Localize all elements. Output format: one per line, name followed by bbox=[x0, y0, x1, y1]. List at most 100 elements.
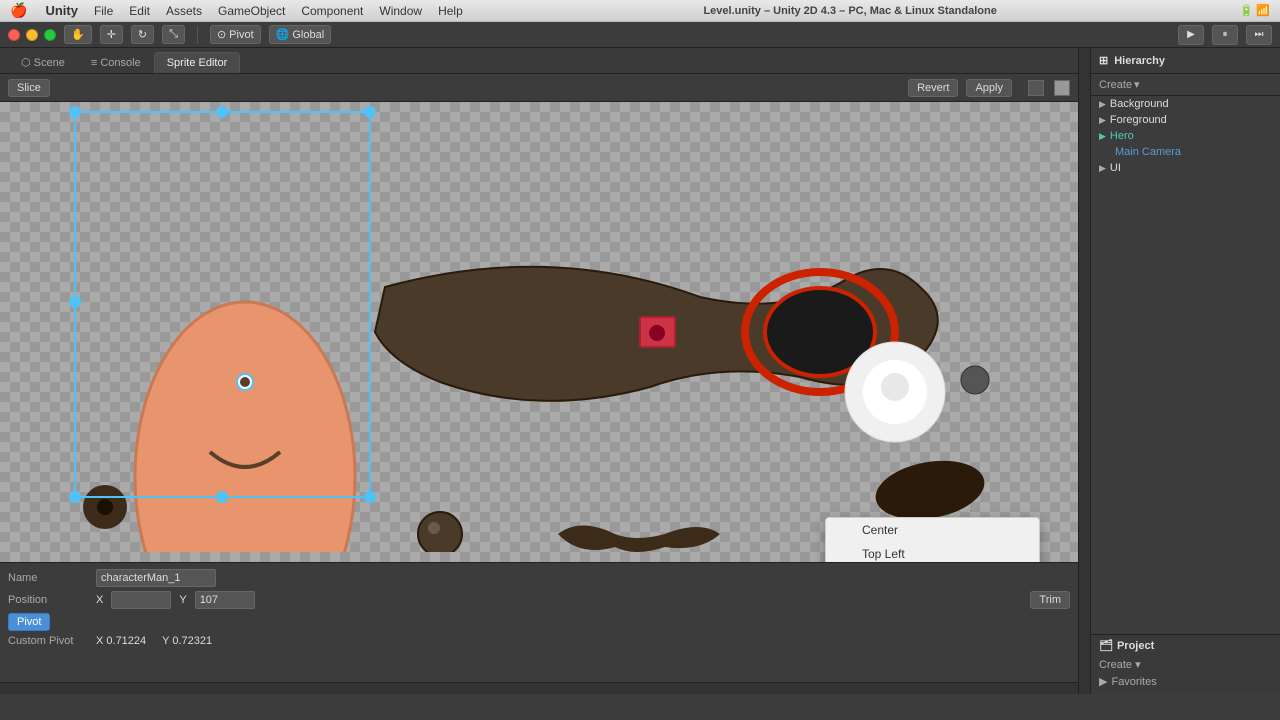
pivot-button[interactable]: ⊙ Pivot bbox=[210, 25, 261, 44]
position-row: Position X Y Trim bbox=[8, 591, 1070, 609]
position-y-input[interactable] bbox=[195, 591, 255, 609]
hierarchy-item-hero[interactable]: ▶ Hero bbox=[1091, 128, 1280, 144]
tab-console[interactable]: ≡ Console bbox=[78, 52, 154, 73]
scale-tool[interactable]: ⤡ bbox=[162, 25, 185, 44]
create-row: Create ▾ bbox=[1099, 656, 1272, 673]
global-icon: 🌐 bbox=[276, 28, 290, 41]
name-input[interactable] bbox=[96, 569, 216, 587]
canvas-area[interactable]: Center Top Left Top Top Right Left bbox=[0, 102, 1078, 562]
hero-label: Hero bbox=[1110, 130, 1134, 142]
ui-label: UI bbox=[1110, 162, 1121, 174]
hierarchy-divider bbox=[1091, 176, 1280, 634]
custom-pivot-x: X 0.71224 bbox=[96, 635, 146, 647]
pivot-row: Pivot bbox=[8, 613, 1070, 631]
hierarchy-item-ui[interactable]: ▶ UI bbox=[1091, 160, 1280, 176]
revert-button[interactable]: Revert bbox=[908, 79, 958, 97]
hierarchy-item-main-camera[interactable]: Main Camera bbox=[1107, 144, 1280, 160]
bg-color-swatch[interactable] bbox=[1028, 80, 1044, 96]
ui-arrow: ▶ bbox=[1099, 163, 1106, 174]
bean-body bbox=[135, 302, 355, 552]
step-button[interactable]: ⏭ bbox=[1246, 25, 1272, 45]
pivot-icon: ⊙ bbox=[217, 28, 226, 41]
edit-menu[interactable]: Edit bbox=[121, 0, 158, 22]
global-label: Global bbox=[292, 29, 324, 41]
window-menu[interactable]: Window bbox=[371, 0, 430, 22]
tab-bar: ⬡ Scene ≡ Console Sprite Editor bbox=[0, 48, 1078, 74]
tab-scene-label: Scene bbox=[34, 57, 65, 69]
file-menu[interactable]: File bbox=[86, 0, 121, 22]
pivot-dropdown: Center Top Left Top Top Right Left bbox=[825, 517, 1040, 562]
custom-pivot-y: Y 0.72321 bbox=[162, 635, 212, 647]
hierarchy-icon: ⊞ bbox=[1099, 54, 1108, 67]
pivot-button[interactable]: Pivot bbox=[8, 613, 50, 631]
dropdown-item-center[interactable]: Center bbox=[826, 518, 1039, 542]
dropdown-item-top-left[interactable]: Top Left bbox=[826, 542, 1039, 562]
tab-console-label: Console bbox=[100, 57, 140, 69]
project-icon: 🗂 bbox=[1099, 639, 1113, 652]
position-x-input[interactable] bbox=[111, 591, 171, 609]
unity-menu[interactable]: Unity bbox=[37, 0, 86, 22]
bottom-panel: Name Position X Y Trim Pivot Custom Pivo… bbox=[0, 562, 1078, 682]
tab-sprite-editor-label: Sprite Editor bbox=[167, 57, 228, 69]
hero-arrow: ▶ bbox=[1099, 131, 1106, 142]
help-menu[interactable]: Help bbox=[430, 0, 471, 22]
hierarchy-item-foreground[interactable]: ▶ Foreground bbox=[1091, 112, 1280, 128]
name-row: Name bbox=[8, 569, 1070, 587]
move-tool[interactable]: ✛ bbox=[100, 25, 123, 44]
apply-button[interactable]: Apply bbox=[966, 79, 1012, 97]
position-x-label: X bbox=[96, 594, 103, 606]
create-arrow: ▾ bbox=[1134, 78, 1140, 91]
sprite-toolbar: Slice Revert Apply bbox=[0, 74, 1078, 102]
create-label[interactable]: Create bbox=[1099, 79, 1132, 91]
custom-pivot-row: Custom Pivot X 0.71224 Y 0.72321 bbox=[8, 635, 1070, 647]
project-header: 🗂 Project bbox=[1099, 639, 1272, 652]
fg-arrow: ▶ bbox=[1099, 115, 1106, 126]
hierarchy-header: ⊞ Hierarchy bbox=[1091, 48, 1280, 74]
maximize-button[interactable] bbox=[44, 29, 56, 41]
component-menu[interactable]: Component bbox=[293, 0, 371, 22]
window-title: Level.unity – Unity 2D 4.3 – PC, Mac & L… bbox=[471, 5, 1230, 17]
top-left-label: Top Left bbox=[862, 547, 905, 561]
name-label: Name bbox=[8, 572, 88, 584]
console-icon: ≡ bbox=[91, 57, 97, 69]
mac-menu-items: Unity File Edit Assets GameObject Compon… bbox=[37, 0, 470, 22]
sprite-canvas-svg bbox=[0, 102, 1000, 552]
bg-arrow: ▶ bbox=[1099, 99, 1106, 110]
bottom-scrollbar[interactable] bbox=[0, 682, 1078, 694]
tab-sprite-editor[interactable]: Sprite Editor bbox=[154, 52, 241, 73]
background-label: Background bbox=[1110, 98, 1169, 110]
close-button[interactable] bbox=[8, 29, 20, 41]
rotate-tool[interactable]: ↻ bbox=[131, 25, 154, 44]
project-create-arrow: ▾ bbox=[1135, 659, 1141, 671]
trim-button[interactable]: Trim bbox=[1030, 591, 1070, 609]
play-button[interactable]: ▶ bbox=[1178, 25, 1204, 45]
project-title: Project bbox=[1117, 640, 1154, 652]
fg-color-swatch[interactable] bbox=[1054, 80, 1070, 96]
toolbar-divider-1 bbox=[197, 26, 198, 44]
window-controls bbox=[8, 29, 56, 41]
position-label: Position bbox=[8, 594, 88, 606]
global-button[interactable]: 🌐 Global bbox=[269, 25, 332, 44]
assets-menu[interactable]: Assets bbox=[158, 0, 210, 22]
favorites-label: Favorites bbox=[1111, 676, 1156, 688]
vertical-scrollbar[interactable] bbox=[1078, 48, 1090, 694]
pivot-label: Pivot bbox=[229, 29, 253, 41]
favorites-row[interactable]: ▶ Favorites bbox=[1099, 673, 1272, 690]
scene-icon: ⬡ bbox=[21, 57, 31, 69]
pause-button[interactable]: ⏸ bbox=[1212, 25, 1238, 45]
system-status: 🔋 📶 bbox=[1230, 4, 1280, 17]
slice-button[interactable]: Slice bbox=[8, 79, 50, 97]
position-y-label: Y bbox=[179, 594, 186, 606]
apple-menu-icon[interactable]: 🍎 bbox=[0, 2, 37, 19]
project-panel: 🗂 Project Create ▾ ▶ Favorites bbox=[1091, 634, 1280, 694]
hierarchy-item-background[interactable]: ▶ Background bbox=[1091, 96, 1280, 112]
content-area: ⬡ Scene ≡ Console Sprite Editor Slice Re… bbox=[0, 48, 1280, 694]
tab-scene[interactable]: ⬡ Scene bbox=[8, 51, 78, 73]
hand-tool[interactable]: ✋ bbox=[64, 25, 92, 44]
project-create-label[interactable]: Create bbox=[1099, 659, 1132, 671]
main-toolbar: ✋ ✛ ↻ ⤡ ⊙ Pivot 🌐 Global ▶ ⏸ ⏭ bbox=[0, 22, 1280, 48]
gameobject-menu[interactable]: GameObject bbox=[210, 0, 293, 22]
hierarchy-title: Hierarchy bbox=[1114, 55, 1165, 67]
right-panel: ⊞ Hierarchy Create ▾ ▶ Background ▶ Fore… bbox=[1090, 48, 1280, 694]
minimize-button[interactable] bbox=[26, 29, 38, 41]
